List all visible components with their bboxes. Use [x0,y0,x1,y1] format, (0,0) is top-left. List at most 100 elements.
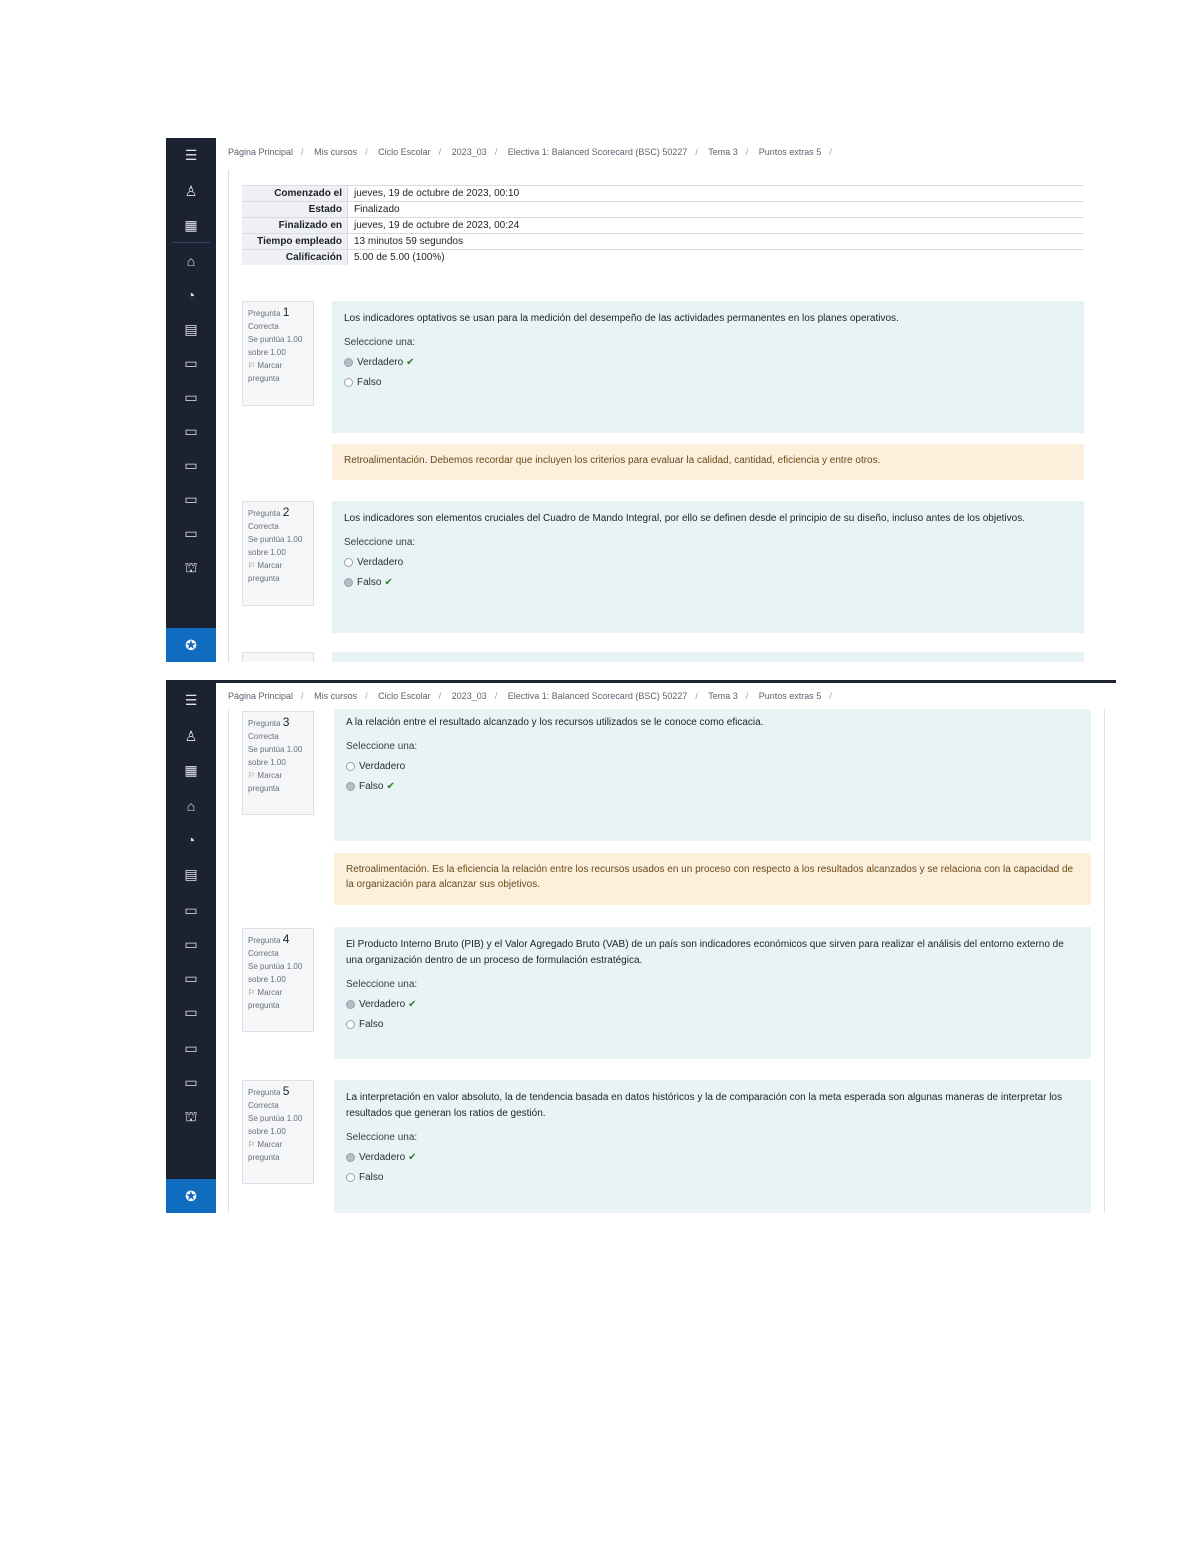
question-box: Los indicadores optativos se usan para l… [332,301,1084,433]
question-info: Pregunta 2 Correcta Se puntúa 1.00 sobre… [242,501,314,606]
flag-label: Marcar pregunta [248,361,283,383]
summary-value: jueves, 19 de octubre de 2023, 00:10 [347,185,1084,202]
folder-icon[interactable]: ▭ [166,1037,216,1059]
question-info: Pregunta 3 Correcta Se puntúa 1.00 sobre… [242,711,314,815]
option-label: Falso [359,781,384,792]
breadcrumb-item[interactable]: Ciclo Escolar [378,147,431,157]
question-label: Pregunta [248,309,281,318]
calendar-icon[interactable]: ▤ [166,318,216,340]
folder-icon[interactable]: ▭ [166,1071,216,1093]
breadcrumb-item[interactable]: Tema 3 [708,691,738,701]
option-verdadero[interactable]: Verdadero [346,759,1079,775]
breadcrumb-item[interactable]: Página Principal [228,147,293,157]
breadcrumb-item[interactable]: 2023_03 [452,691,487,701]
option-falso[interactable]: Falso ✔ [344,575,1072,591]
calendar-icon[interactable]: ▤ [166,863,216,885]
folder-icon[interactable]: ▭ [166,420,216,442]
breadcrumb-item[interactable]: Puntos extras 5 [759,147,822,157]
folder-icon[interactable]: ▭ [166,454,216,476]
check-icon: ✔ [408,999,417,1010]
option-falso[interactable]: Falso [346,1170,1079,1186]
check-icon: ✔ [406,357,415,368]
radio[interactable] [346,1172,355,1182]
graduation-cap-icon[interactable]: ⛫ [166,1105,216,1127]
flag-question-link[interactable]: ⚐ Marcar pregunta [248,769,308,795]
option-verdadero[interactable]: Verdadero ✔ [346,1150,1079,1166]
folder-icon[interactable]: ▭ [166,933,216,955]
radio[interactable] [346,761,355,771]
question-status: Correcta [248,522,279,531]
option-falso[interactable]: Falso [346,1017,1079,1033]
help-icon[interactable]: ✪ [166,1179,216,1213]
home-icon[interactable]: ⌂ [166,250,216,272]
flag-question-link[interactable]: ⚐ Marcar pregunta [248,359,308,385]
breadcrumb-item[interactable]: Mis cursos [314,691,357,701]
radio-selected[interactable] [346,781,355,791]
menu-icon[interactable]: ☰ [166,144,216,166]
screenshot-bottom: ☰ ♙ ▦ ⌂ ◔ ▤ ▭ ▭ ▭ ▭ ▭ ▭ ⛫ ✪ Página Princ… [166,680,1116,1213]
breadcrumb-item[interactable]: Ciclo Escolar [378,691,431,701]
participants-icon[interactable]: ♙ [166,180,216,202]
option-verdadero[interactable]: Verdadero ✔ [344,355,1072,371]
flag-question-link[interactable]: ⚐ Marcar pregunta [248,1138,308,1164]
question-info: Pregunta 1 Correcta Se puntúa 1.00 sobre… [242,301,314,406]
flag-question-link[interactable]: ⚐ Marcar pregunta [248,559,308,585]
breadcrumb-item[interactable]: Puntos extras 5 [759,691,822,701]
option-label: Falso [359,1172,384,1183]
option-falso[interactable]: Falso [344,375,1072,391]
menu-icon[interactable]: ☰ [166,689,216,711]
check-icon: ✔ [384,577,393,588]
option-falso[interactable]: Falso ✔ [346,779,1079,795]
option-label: Verdadero [359,999,406,1010]
folder-icon[interactable]: ▭ [166,488,216,510]
flag-question-link[interactable]: ⚐ Marcar pregunta [248,986,308,1012]
summary-label: Tiempo empleado [242,233,348,250]
question-label: Pregunta [248,509,281,518]
question-box: La interpretación en valor absoluto, la … [334,1080,1091,1213]
flag-label: Marcar pregunta [248,1140,283,1162]
radio[interactable] [346,1019,355,1029]
folder-icon[interactable]: ▭ [166,1001,216,1023]
folder-icon[interactable]: ▭ [166,967,216,989]
dashboard-icon[interactable]: ◔ [166,284,216,306]
select-label: Seleccione una: [346,1132,418,1143]
option-verdadero[interactable]: Verdadero ✔ [346,997,1079,1013]
breadcrumb-item[interactable]: Página Principal [228,691,293,701]
home-icon[interactable]: ⌂ [166,795,216,817]
breadcrumb-item[interactable]: 2023_03 [452,147,487,157]
folder-icon[interactable]: ▭ [166,899,216,921]
select-label: Seleccione una: [344,337,416,348]
summary-label: Estado [242,201,348,218]
question-text: El Producto Interno Bruto (PIB) y el Val… [346,939,1064,966]
breadcrumb-item[interactable]: Electiva 1: Balanced Scorecard (BSC) 502… [508,691,688,701]
option-verdadero[interactable]: Verdadero [344,555,1072,571]
summary-row: Comenzado el jueves, 19 de octubre de 202… [242,185,1084,202]
dashboard-icon[interactable]: ◔ [166,829,216,851]
option-label: Verdadero [357,357,404,368]
participants-icon[interactable]: ♙ [166,725,216,747]
radio-selected[interactable] [344,577,353,587]
summary-value: 5.00 de 5.00 (100%) [347,249,1084,265]
question-text: Los indicadores optativos se usan para l… [344,313,899,324]
question-number-value: 3 [282,715,290,729]
grades-icon[interactable]: ▦ [166,759,216,781]
folder-icon[interactable]: ▭ [166,522,216,544]
question-text: Los indicadores son elementos cruciales … [344,513,1025,524]
help-icon[interactable]: ✪ [166,628,216,662]
breadcrumb-item[interactable]: Electiva 1: Balanced Scorecard (BSC) 502… [508,147,688,157]
grades-icon[interactable]: ▦ [166,214,216,236]
folder-icon[interactable]: ▭ [166,386,216,408]
radio[interactable] [344,377,353,387]
flag-label: Marcar pregunta [248,988,283,1010]
radio[interactable] [344,557,353,567]
radio-selected[interactable] [344,357,353,367]
summary-value: 13 minutos 59 segundos [347,233,1084,250]
radio-selected[interactable] [346,1152,355,1162]
graduation-cap-icon[interactable]: ⛫ [166,556,216,578]
breadcrumb-item[interactable]: Tema 3 [708,147,738,157]
breadcrumb-item[interactable]: Mis cursos [314,147,357,157]
option-label: Verdadero [357,557,404,568]
radio-selected[interactable] [346,999,355,1009]
folder-icon[interactable]: ▭ [166,352,216,374]
question-score: Se puntúa 1.00 sobre 1.00 [248,335,303,357]
